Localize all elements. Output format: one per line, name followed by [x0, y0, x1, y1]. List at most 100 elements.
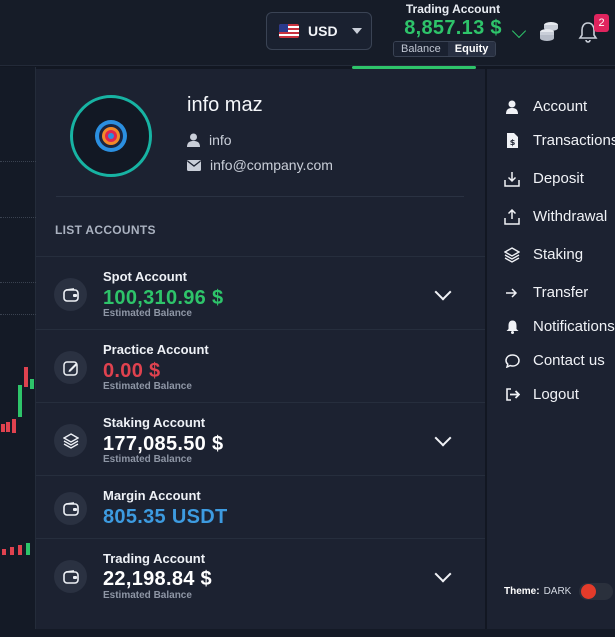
bell-icon	[504, 320, 520, 334]
chat-icon	[504, 353, 520, 368]
top-bar: USD Trading Account 8,857.13 $ Balance E…	[0, 0, 615, 66]
menu-item-label: Withdrawal	[533, 208, 608, 225]
currency-selector[interactable]: USD	[266, 12, 372, 50]
currency-code: USD	[308, 23, 338, 39]
chevron-down-icon[interactable]	[434, 283, 452, 301]
menu-item-transactions[interactable]: $ Transactions	[504, 132, 615, 149]
profile-name: info maz	[187, 94, 263, 116]
list-accounts-heading: LIST ACCOUNTS	[55, 223, 156, 237]
account-row-spot[interactable]: Spot Account 100,310.96 $ Estimated Bala…	[36, 256, 485, 330]
avatar	[70, 95, 152, 177]
account-balance-caption: Estimated Balance	[103, 590, 192, 601]
menu-item-label: Deposit	[533, 170, 584, 187]
menu-item-contact-us[interactable]: Contact us	[504, 352, 605, 369]
menu-item-deposit[interactable]: Deposit	[504, 170, 584, 187]
menu-item-withdrawal[interactable]: Withdrawal	[504, 208, 607, 225]
account-menu: Account $ Transactions Deposit Withdrawa…	[487, 69, 615, 629]
account-name: Spot Account	[103, 269, 188, 284]
account-balance: 100,310.96 $	[103, 287, 224, 309]
notification-count-badge: 2	[594, 14, 609, 32]
price-chart-background	[0, 67, 36, 637]
account-row-practice[interactable]: Practice Account 0.00 $ Estimated Balanc…	[36, 329, 485, 403]
chart-candle	[24, 367, 28, 387]
user-icon	[504, 100, 520, 114]
chart-candle	[12, 419, 16, 433]
theme-value: DARK	[543, 586, 572, 597]
svg-text:$: $	[509, 138, 515, 147]
bottom-toolbar	[0, 629, 615, 637]
profile-username-row: info	[187, 132, 232, 148]
chevron-down-icon[interactable]	[434, 565, 452, 583]
account-row-staking[interactable]: Staking Account 177,085.50 $ Estimated B…	[36, 402, 485, 476]
profile-email-row: info@company.com	[187, 157, 333, 173]
chart-grid-line	[0, 282, 36, 283]
chart-volume-bar	[18, 545, 22, 555]
menu-item-account[interactable]: Account	[504, 98, 587, 115]
trading-account-value: 8,857.13 $	[404, 17, 502, 39]
download-icon	[504, 171, 520, 187]
chart-grid-line	[0, 314, 36, 315]
user-icon	[187, 133, 200, 147]
menu-item-notifications[interactable]: Notifications	[504, 318, 615, 335]
account-name: Staking Account	[103, 415, 206, 430]
account-name: Practice Account	[103, 342, 209, 357]
menu-item-label: Transfer	[533, 284, 589, 301]
trading-account-label: Trading Account	[405, 2, 501, 16]
profile-email: info@company.com	[210, 157, 333, 173]
account-balance-caption: Estimated Balance	[103, 381, 192, 392]
balance-tab[interactable]: Balance	[394, 42, 448, 56]
chart-candle	[6, 422, 10, 432]
target-icon	[95, 120, 127, 152]
theme-toggle[interactable]	[579, 583, 614, 600]
arrow-right-icon	[504, 287, 520, 298]
chart-candle	[30, 379, 34, 389]
account-balance-caption: Estimated Balance	[103, 308, 192, 319]
coins-icon[interactable]	[538, 20, 560, 47]
account-balance: 22,198.84 $	[103, 568, 212, 590]
us-flag-icon	[279, 24, 299, 38]
chart-volume-bar	[26, 543, 30, 555]
divider	[56, 196, 464, 197]
wallet-icon	[54, 492, 87, 525]
wallet-icon	[54, 278, 87, 311]
receipt-icon: $	[504, 133, 520, 148]
chart-volume-bar	[10, 547, 14, 555]
account-name: Margin Account	[103, 488, 201, 503]
chart-grid-line	[0, 217, 36, 218]
chart-candle	[1, 424, 5, 432]
upload-icon	[504, 208, 520, 225]
menu-item-label: Logout	[533, 386, 579, 403]
menu-item-transfer[interactable]: Transfer	[504, 284, 588, 301]
equity-tab[interactable]: Equity	[447, 42, 496, 56]
chart-volume-bar	[2, 549, 6, 555]
account-balance: 805.35 USDT	[103, 506, 228, 528]
envelope-icon	[187, 159, 201, 171]
account-balance: 177,085.50 $	[103, 433, 224, 455]
account-name: Trading Account	[103, 551, 206, 566]
profile-username: info	[209, 132, 232, 148]
menu-item-staking[interactable]: Staking	[504, 246, 583, 263]
menu-item-label: Contact us	[533, 352, 605, 369]
wallet-icon	[54, 560, 87, 593]
menu-item-label: Transactions	[533, 132, 615, 149]
caret-down-icon	[351, 28, 362, 34]
menu-item-logout[interactable]: Logout	[504, 386, 579, 403]
logout-icon	[504, 388, 520, 401]
account-row-margin[interactable]: Margin Account 805.35 USDT	[36, 475, 485, 539]
menu-item-label: Staking	[533, 246, 584, 263]
account-balance-caption: Estimated Balance	[103, 454, 192, 465]
theme-switcher: Theme: DARK	[504, 583, 614, 600]
chevron-down-icon[interactable]	[434, 429, 452, 447]
account-row-trading[interactable]: Trading Account 22,198.84 $ Estimated Ba…	[36, 538, 485, 618]
layers-icon	[54, 424, 87, 457]
edit-icon	[54, 351, 87, 384]
trading-account-summary[interactable]: Trading Account 8,857.13 $	[386, 2, 520, 40]
chart-candle	[18, 385, 22, 417]
layers-icon	[504, 246, 520, 263]
account-dropdown-panel: info maz info info@company.com LIST ACCO…	[36, 69, 485, 629]
menu-item-label: Account	[533, 98, 588, 115]
theme-label: Theme:	[504, 586, 540, 597]
account-balance: 0.00 $	[103, 360, 161, 382]
menu-item-label: Notifications	[533, 318, 615, 335]
balance-equity-toggle: Balance Equity	[393, 41, 497, 57]
